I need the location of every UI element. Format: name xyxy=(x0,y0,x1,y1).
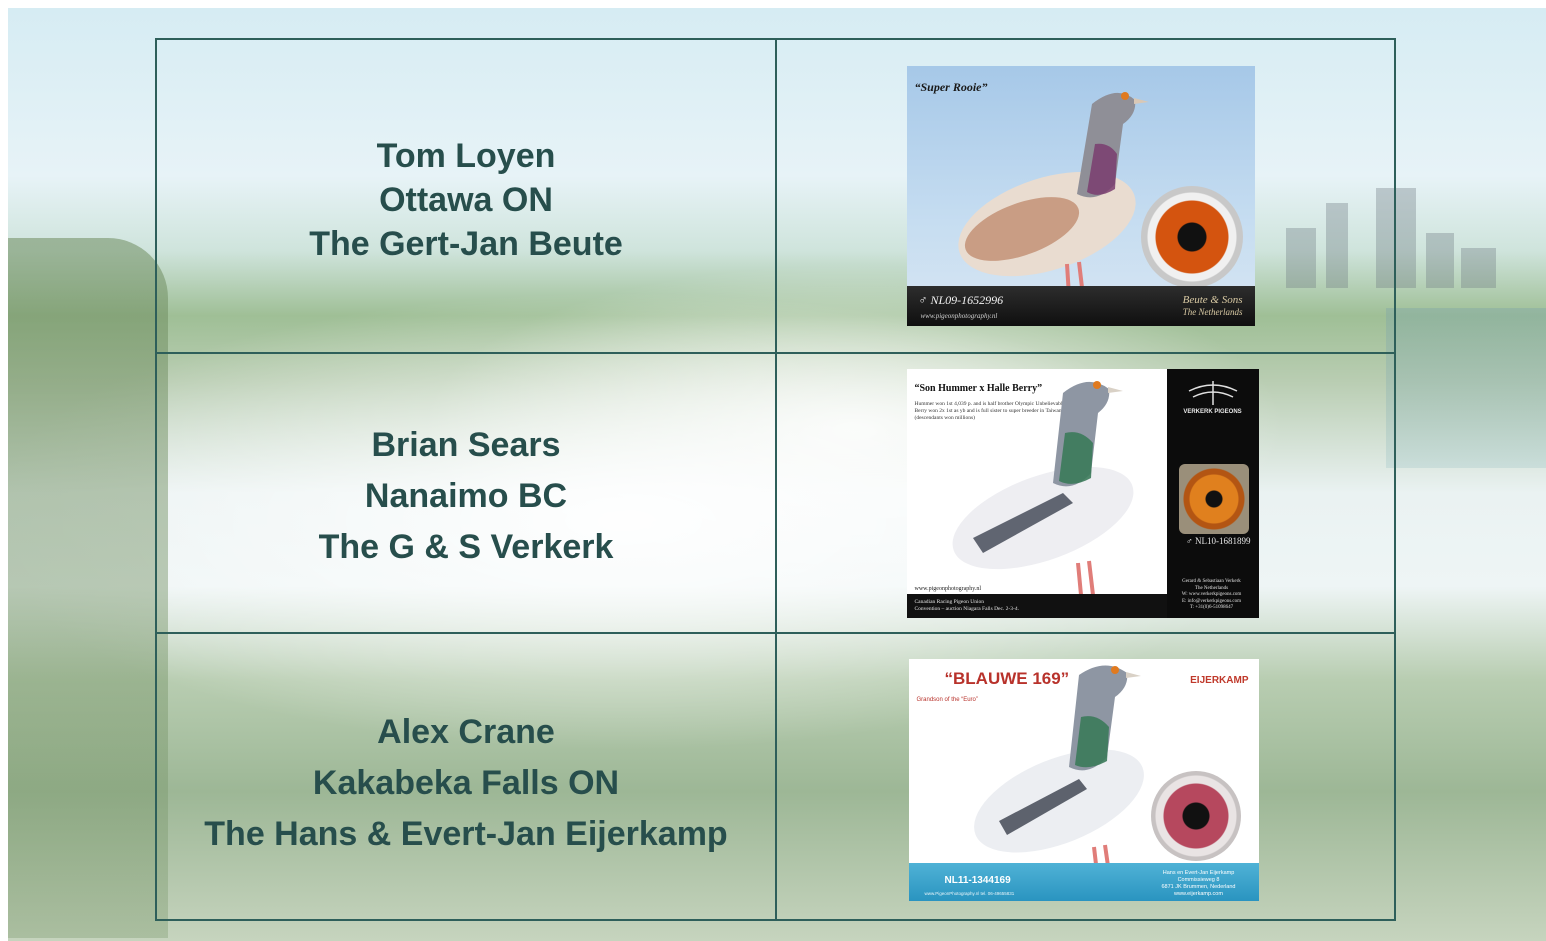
table-row: Alex Crane Kakabeka Falls ON The Hans & … xyxy=(157,632,1394,919)
buyer-name: Alex Crane xyxy=(377,713,555,751)
buyer-location: Kakabeka Falls ON xyxy=(312,764,620,802)
pigeon-illustration xyxy=(952,380,1133,595)
pigeon-photo-cell: “BLAUWE 169” Grandson of the “Euro” EIJE… xyxy=(777,634,1394,919)
verkerk-logo-icon xyxy=(1188,380,1237,405)
pigeon-photo-cell: “Super Rooie” ♂ NL09-1652996 www.pigeonp… xyxy=(777,40,1394,352)
bird-origin: The Hans & Evert-Jan Eijerkamp xyxy=(204,815,728,853)
auction-info: Canadian Racing Pigeon Union Convention … xyxy=(914,598,1019,612)
breeder-contact: Hans en Evert-Jan Eijerkamp Commissieweg… xyxy=(1161,869,1236,897)
ring-number: ♂ NL10-1681899 xyxy=(1186,535,1251,546)
bird-origin: The Gert-Jan Beute xyxy=(309,225,623,263)
buyer-name: Brian Sears xyxy=(371,425,561,464)
buyer-info-cell: Brian Sears Nanaimo BC The G & S Verkerk xyxy=(157,354,777,632)
breeder-brand: EIJERKAMP xyxy=(1190,674,1249,686)
breeder-country: The Netherlands xyxy=(1182,307,1243,317)
buyer-location: Nanaimo BC xyxy=(364,476,568,515)
bird-origin: The G & S Verkerk xyxy=(318,527,614,566)
pigeon-table: Tom Loyen Ottawa ON The Gert-Jan Beute “… xyxy=(155,38,1396,921)
buyer-location: Ottawa ON xyxy=(379,181,553,219)
pigeon-eye-photo xyxy=(1140,186,1243,288)
photo-website: www.pigeonphotography.nl xyxy=(914,585,982,592)
breeder-brand: Beute & Sons xyxy=(1182,294,1243,306)
pigeon-illustration xyxy=(957,92,1149,297)
photo-website: www.PigeonPhotography.nl tel. 06-4965583… xyxy=(924,890,1015,896)
ring-number: NL11-1344169 xyxy=(944,874,1011,886)
buyer-info-cell: Tom Loyen Ottawa ON The Gert-Jan Beute xyxy=(157,40,777,352)
pigeon-illustration xyxy=(973,664,1144,873)
pigeon-photo-son-hummer: “Son Hummer x Halle Berry” Hummer won 1s… xyxy=(906,368,1259,618)
table-row: Tom Loyen Ottawa ON The Gert-Jan Beute “… xyxy=(157,40,1394,352)
pigeon-photo-blauwe-169: “BLAUWE 169” Grandson of the “Euro” EIJE… xyxy=(908,658,1259,901)
table-row: Brian Sears Nanaimo BC The G & S Verkerk… xyxy=(157,352,1394,632)
photo-website: www.pigeonphotography.nl xyxy=(920,312,998,320)
breeder-contact: Gerard & Sebastiaan Verkerk The Netherla… xyxy=(1181,579,1242,610)
pigeon-eye-photo xyxy=(1150,770,1241,861)
buyer-info-cell: Alex Crane Kakabeka Falls ON The Hans & … xyxy=(157,634,777,919)
pigeon-eye-photo xyxy=(1178,463,1249,534)
breeder-brand: VERKERK PIGEONS xyxy=(1183,408,1242,415)
pigeon-photo-cell: “Son Hummer x Halle Berry” Hummer won 1s… xyxy=(777,354,1394,632)
pigeon-photo-super-rooie: “Super Rooie” ♂ NL09-1652996 www.pigeonp… xyxy=(906,66,1255,326)
buyer-name: Tom Loyen xyxy=(376,137,556,175)
ring-number: ♂ NL09-1652996 xyxy=(918,293,1004,307)
